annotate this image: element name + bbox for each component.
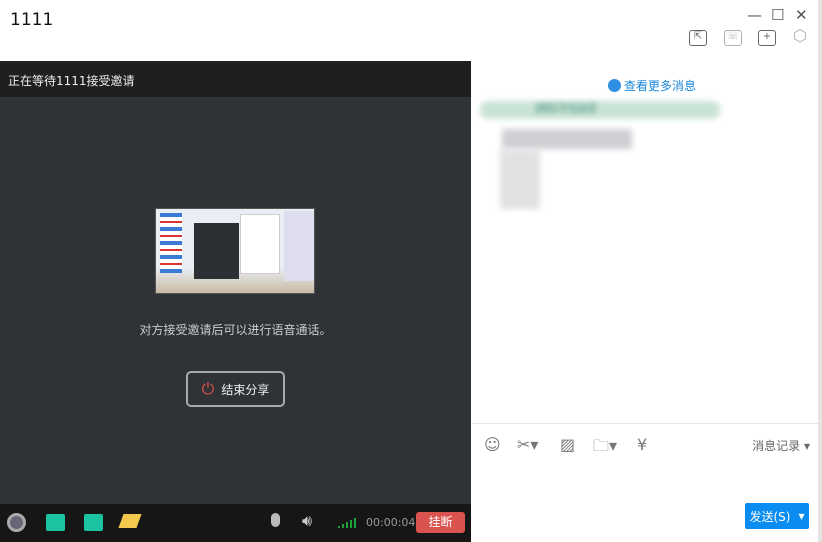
end-share-label: 结束分享 bbox=[221, 382, 270, 397]
window-title: 1111 bbox=[10, 10, 54, 30]
pencil-icon[interactable] bbox=[118, 514, 142, 528]
close-button[interactable]: ✕ bbox=[795, 6, 808, 24]
maximize-button[interactable]: ☐ bbox=[771, 6, 784, 24]
speaker-icon[interactable]: 🔊︎ bbox=[302, 511, 312, 531]
stats-icon[interactable] bbox=[46, 514, 65, 531]
settings-icon[interactable]: ⬡ bbox=[791, 28, 809, 46]
title-bar: 1111 — ☐ ✕ ⇱ ☏ + ⬡ bbox=[0, 0, 818, 60]
screen-share-panel: 正在等待1111接受邀请 对方接受邀请后可以进行语音通话。 ⏻ 结束分享 🔊︎ 0… bbox=[0, 61, 471, 542]
fullscreen-icon[interactable] bbox=[84, 514, 103, 531]
end-share-button[interactable]: ⏻ 结束分享 bbox=[186, 371, 285, 407]
input-toolbar: ☺ ✂▾ ▨ 🗀▾ ¥ 消息记录 ▾ bbox=[472, 423, 818, 455]
view-more-messages-link[interactable]: 查看更多消息 bbox=[608, 77, 696, 94]
message-item bbox=[500, 149, 540, 209]
add-member-icon[interactable]: + bbox=[758, 30, 776, 46]
signal-icon bbox=[338, 518, 356, 528]
microphone-icon[interactable] bbox=[271, 513, 280, 527]
call-timer: 00:00:04 bbox=[366, 516, 416, 529]
window-border bbox=[818, 0, 822, 542]
call-status: 正在等待1111接受邀请 bbox=[0, 61, 471, 97]
chat-panel: 查看更多消息 2017/12/2 ☺ ✂▾ ▨ 🗀▾ ¥ 消息记录 ▾ 发送(S… bbox=[472, 61, 818, 540]
share-screen-icon[interactable]: ⇱ bbox=[689, 30, 707, 46]
screen-preview bbox=[155, 208, 315, 294]
send-label: 发送(S) bbox=[749, 509, 791, 524]
call-message: 对方接受邀请后可以进行语音通话。 bbox=[139, 323, 332, 337]
power-icon: ⏻ bbox=[201, 379, 215, 398]
message-date: 2017/12/2 bbox=[480, 101, 720, 119]
camera-icon[interactable] bbox=[7, 513, 26, 532]
hangup-button[interactable]: 挂断 bbox=[416, 512, 465, 533]
message-input[interactable] bbox=[472, 451, 818, 499]
clock-icon bbox=[608, 79, 621, 92]
minimize-button[interactable]: — bbox=[747, 6, 762, 24]
send-button[interactable]: 发送(S) ▾ bbox=[745, 503, 809, 529]
view-more-label: 查看更多消息 bbox=[624, 79, 697, 93]
call-controls: 🔊︎ 00:00:04 挂断 bbox=[0, 504, 471, 542]
voice-call-icon[interactable]: ☏ bbox=[724, 30, 742, 46]
send-options-arrow[interactable]: ▾ bbox=[798, 509, 804, 523]
message-item bbox=[502, 129, 632, 149]
